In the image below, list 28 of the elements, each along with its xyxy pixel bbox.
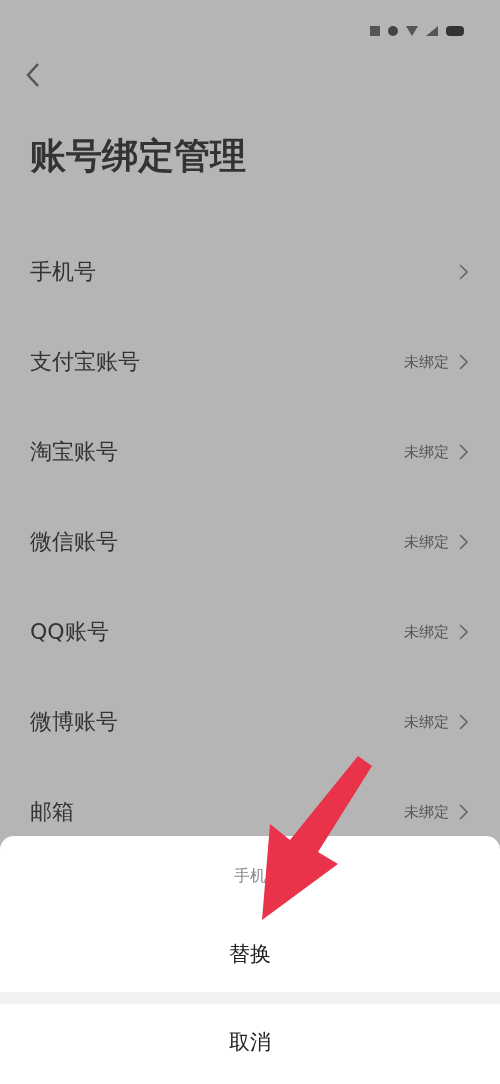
- row-value: 未绑定: [404, 442, 449, 462]
- dot-icon: [388, 26, 398, 36]
- row-value: 未绑定: [404, 352, 449, 372]
- row-value: 未绑定: [404, 712, 449, 732]
- page-title: 账号绑定管理: [30, 134, 247, 178]
- chevron-icon[interactable]: [459, 534, 468, 550]
- chevron-icon[interactable]: [459, 444, 468, 460]
- row-label: 微信账号: [30, 528, 118, 556]
- wifi-icon: [406, 26, 418, 36]
- sheet-title: 手机: [234, 865, 266, 887]
- signal-icon: [426, 26, 438, 36]
- chevron-icon[interactable]: [459, 714, 468, 730]
- row-value: 未绑定: [404, 622, 449, 642]
- chevron-icon[interactable]: [459, 624, 468, 640]
- battery-icon: [446, 26, 464, 36]
- row-label: 淘宝账号: [30, 438, 118, 466]
- notification-icon: [370, 26, 380, 36]
- row-label: 微博账号: [30, 708, 118, 736]
- back-icon[interactable]: [26, 62, 40, 88]
- row-value: 未绑定: [404, 532, 449, 552]
- chevron-icon[interactable]: [459, 354, 468, 370]
- row-label: QQ账号: [30, 618, 109, 646]
- row-label: 支付宝账号: [30, 348, 140, 376]
- chevron-icon[interactable]: [459, 804, 468, 820]
- chevron-icon[interactable]: [459, 264, 468, 280]
- row-label: 手机号: [30, 258, 96, 286]
- row-label: 邮箱: [30, 798, 74, 826]
- row-value: 未绑定: [404, 802, 449, 822]
